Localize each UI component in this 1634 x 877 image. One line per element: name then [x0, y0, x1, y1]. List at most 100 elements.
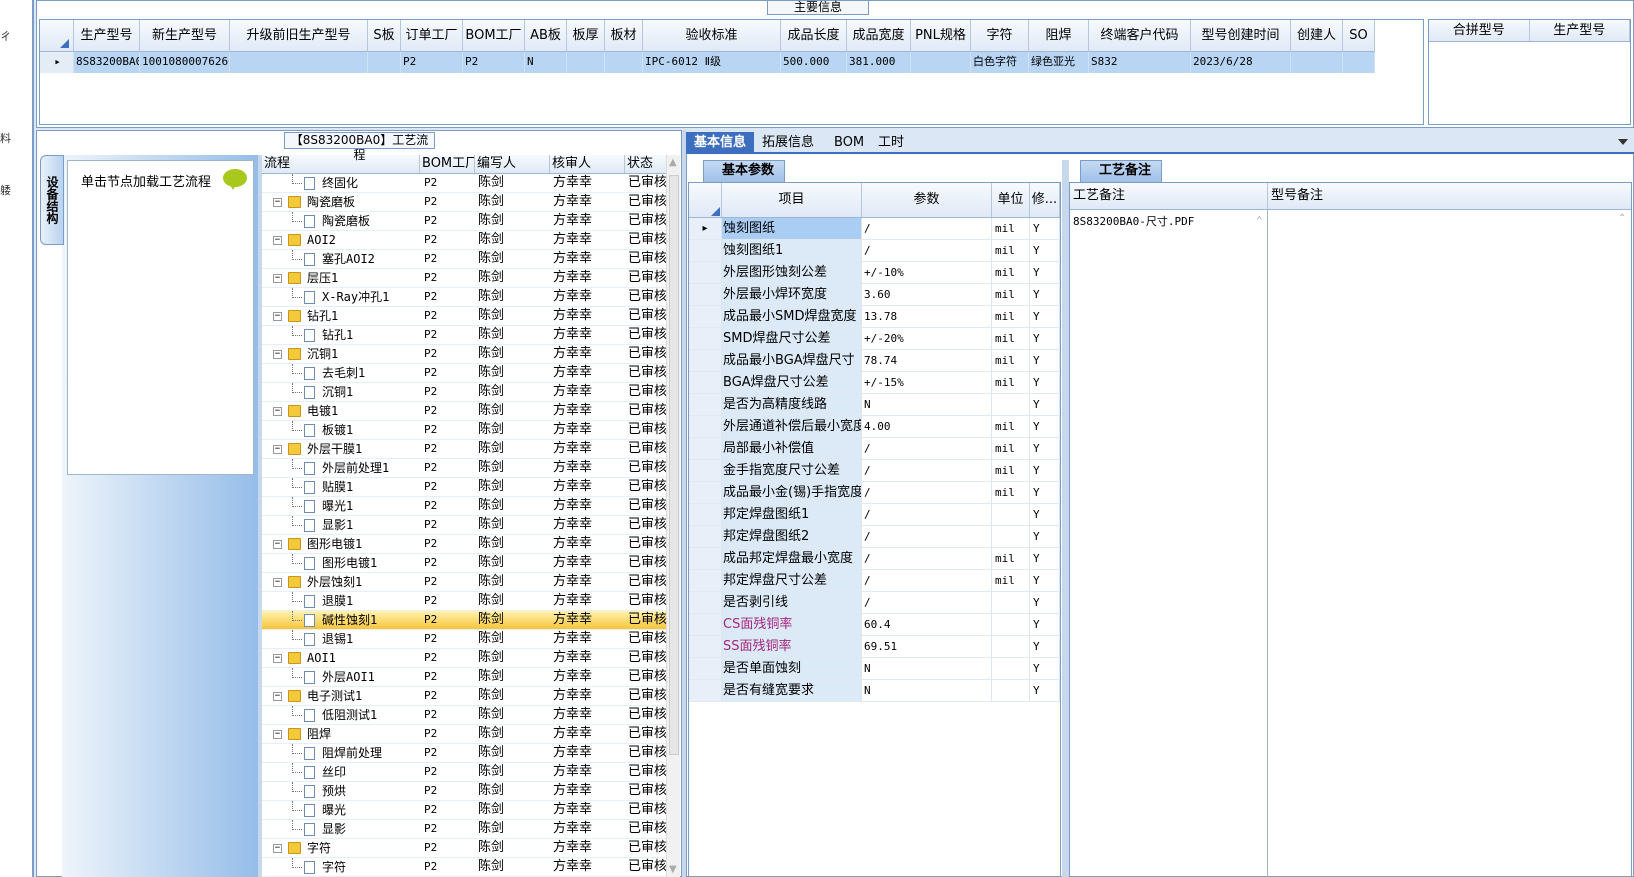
scroll-thumb[interactable]: [669, 175, 679, 755]
main-cell[interactable]: S832: [1089, 52, 1191, 73]
param-item-cell[interactable]: BGA焊盘尺寸公差: [722, 372, 862, 393]
param-item-cell[interactable]: 外层最小焊环宽度: [722, 284, 862, 305]
flow-tree-row[interactable]: − 钻孔1 P2 陈剑 方幸幸 已审核: [262, 307, 674, 326]
param-mod-cell[interactable]: Y: [1030, 240, 1060, 261]
param-item-cell[interactable]: 蚀刻图纸1: [722, 240, 862, 261]
param-param-cell[interactable]: /: [862, 570, 992, 591]
main-cell[interactable]: N: [525, 52, 567, 73]
merge-panel[interactable]: 合拼型号 生产型号: [1428, 19, 1631, 125]
param-mod-cell[interactable]: Y: [1030, 394, 1060, 415]
main-cell[interactable]: [1343, 52, 1375, 73]
param-mod-cell[interactable]: Y: [1030, 614, 1060, 635]
flow-writer-cell[interactable]: 陈剑: [475, 440, 550, 458]
param-row[interactable]: SS面残铜率 69.51 Y: [689, 636, 1060, 658]
row-indicator[interactable]: [689, 460, 722, 481]
param-param-cell[interactable]: +/-10%: [862, 262, 992, 283]
flow-node[interactable]: 碱性蚀刻1: [262, 611, 420, 629]
param-item-cell[interactable]: 是否剥引线: [722, 592, 862, 613]
flow-bom-cell[interactable]: P2: [420, 345, 475, 363]
flow-node[interactable]: 钻孔1: [262, 326, 420, 344]
row-indicator-icon[interactable]: ▸: [40, 52, 74, 73]
flow-auditor-cell[interactable]: 方幸幸: [550, 535, 625, 553]
row-indicator[interactable]: [689, 328, 722, 349]
param-mod-cell[interactable]: Y: [1030, 306, 1060, 327]
flow-node[interactable]: − 阻焊: [262, 725, 420, 743]
process-remark-cell[interactable]: 8S83200BA0-尺寸.PDF ⌃: [1070, 210, 1268, 877]
param-param-cell[interactable]: /: [862, 240, 992, 261]
param-unit-cell[interactable]: [992, 394, 1030, 415]
flow-node[interactable]: 外层AOI1: [262, 668, 420, 686]
flow-node[interactable]: 显影: [262, 820, 420, 838]
param-row[interactable]: 邦定焊盘图纸2/ Y: [689, 526, 1060, 548]
flow-writer-cell[interactable]: 陈剑: [475, 174, 550, 192]
flow-writer-cell[interactable]: 陈剑: [475, 307, 550, 325]
main-col-header[interactable]: S板: [368, 20, 401, 52]
flow-bom-cell[interactable]: P2: [420, 497, 475, 515]
flow-col-header[interactable]: BOM工厂: [420, 155, 475, 173]
flow-writer-cell[interactable]: 陈剑: [475, 497, 550, 515]
param-item-cell[interactable]: 邦定焊盘图纸1: [722, 504, 862, 525]
flow-writer-cell[interactable]: 陈剑: [475, 782, 550, 800]
flow-auditor-cell[interactable]: 方幸幸: [550, 725, 625, 743]
collapse-toggle-icon[interactable]: −: [273, 730, 282, 739]
flow-bom-cell[interactable]: P2: [420, 763, 475, 781]
flow-writer-cell[interactable]: 陈剑: [475, 668, 550, 686]
flow-tree-row[interactable]: − 字符 P2 陈剑 方幸幸 已审核: [262, 839, 674, 858]
collapse-toggle-icon[interactable]: −: [273, 540, 282, 549]
param-row[interactable]: 邦定焊盘尺寸公差 / mil Y: [689, 570, 1060, 592]
flow-tree-scrollbar[interactable]: ▲ ▼: [666, 155, 680, 877]
flow-tree-row[interactable]: − AOI2 P2 陈剑 方幸幸 已审核: [262, 231, 674, 250]
flow-bom-cell[interactable]: P2: [420, 839, 475, 857]
param-param-cell[interactable]: /: [862, 504, 992, 525]
param-unit-cell[interactable]: mil: [992, 482, 1030, 503]
param-unit-cell[interactable]: [992, 504, 1030, 525]
flow-writer-cell[interactable]: 陈剑: [475, 763, 550, 781]
flow-writer-cell[interactable]: 陈剑: [475, 364, 550, 382]
param-param-cell[interactable]: N: [862, 658, 992, 679]
param-param-cell[interactable]: /: [862, 592, 992, 613]
flow-writer-cell[interactable]: 陈剑: [475, 345, 550, 363]
flow-writer-cell[interactable]: 陈剑: [475, 250, 550, 268]
flow-hint-box[interactable]: 单击节点加载工艺流程: [67, 160, 254, 475]
main-col-header[interactable]: 阻焊: [1029, 20, 1089, 52]
scroll-down-icon[interactable]: ▼: [669, 864, 677, 875]
flow-bom-cell[interactable]: P2: [420, 592, 475, 610]
param-row[interactable]: SMD焊盘尺寸公差 +/-20% mil Y: [689, 328, 1060, 350]
flow-tree-row[interactable]: 低阻测试1 P2 陈剑 方幸幸 已审核: [262, 706, 674, 725]
flow-node[interactable]: 外层前处理1: [262, 459, 420, 477]
flow-tree-row[interactable]: 显影 P2 陈剑 方幸幸 已审核: [262, 820, 674, 839]
flow-bom-cell[interactable]: P2: [420, 801, 475, 819]
flow-col-header[interactable]: 编写人: [475, 155, 550, 173]
row-indicator[interactable]: [689, 680, 722, 701]
flow-bom-cell[interactable]: P2: [420, 554, 475, 572]
flow-bom-cell[interactable]: P2: [420, 478, 475, 496]
param-row[interactable]: BGA焊盘尺寸公差 +/-15% mil Y: [689, 372, 1060, 394]
main-cell[interactable]: P2: [401, 52, 463, 73]
param-mod-cell[interactable]: Y: [1030, 284, 1060, 305]
tab-basic-info[interactable]: 基本信息: [686, 132, 755, 154]
flow-auditor-cell[interactable]: 方幸幸: [550, 782, 625, 800]
param-row[interactable]: 局部最小补偿值 / mil Y: [689, 438, 1060, 460]
row-indicator-icon[interactable]: ▸: [689, 218, 722, 239]
flow-col-header[interactable]: 流程: [262, 155, 420, 173]
flow-auditor-cell[interactable]: 方幸幸: [550, 516, 625, 534]
flow-tree-row[interactable]: 去毛刺1 P2 陈剑 方幸幸 已审核: [262, 364, 674, 383]
flow-writer-cell[interactable]: 陈剑: [475, 725, 550, 743]
param-param-cell[interactable]: 4.00: [862, 416, 992, 437]
main-cell[interactable]: 500.000: [781, 52, 847, 73]
param-item-cell[interactable]: 局部最小补偿值: [722, 438, 862, 459]
scroll-up-icon[interactable]: ⌃: [1618, 213, 1626, 224]
flow-writer-cell[interactable]: 陈剑: [475, 744, 550, 762]
main-col-header[interactable]: 验收标准: [643, 20, 781, 52]
flow-tree-row[interactable]: 阻焊前处理 P2 陈剑 方幸幸 已审核: [262, 744, 674, 763]
flow-auditor-cell[interactable]: 方幸幸: [550, 668, 625, 686]
flow-writer-cell[interactable]: 陈剑: [475, 212, 550, 230]
param-param-cell[interactable]: /: [862, 460, 992, 481]
flow-bom-cell[interactable]: P2: [420, 649, 475, 667]
flow-tree-row[interactable]: − 电子测试1 P2 陈剑 方幸幸 已审核: [262, 687, 674, 706]
flow-writer-cell[interactable]: 陈剑: [475, 554, 550, 572]
flow-writer-cell[interactable]: 陈剑: [475, 288, 550, 306]
flow-auditor-cell[interactable]: 方幸幸: [550, 801, 625, 819]
flow-writer-cell[interactable]: 陈剑: [475, 326, 550, 344]
col-header-model-remark[interactable]: 型号备注: [1268, 183, 1631, 209]
